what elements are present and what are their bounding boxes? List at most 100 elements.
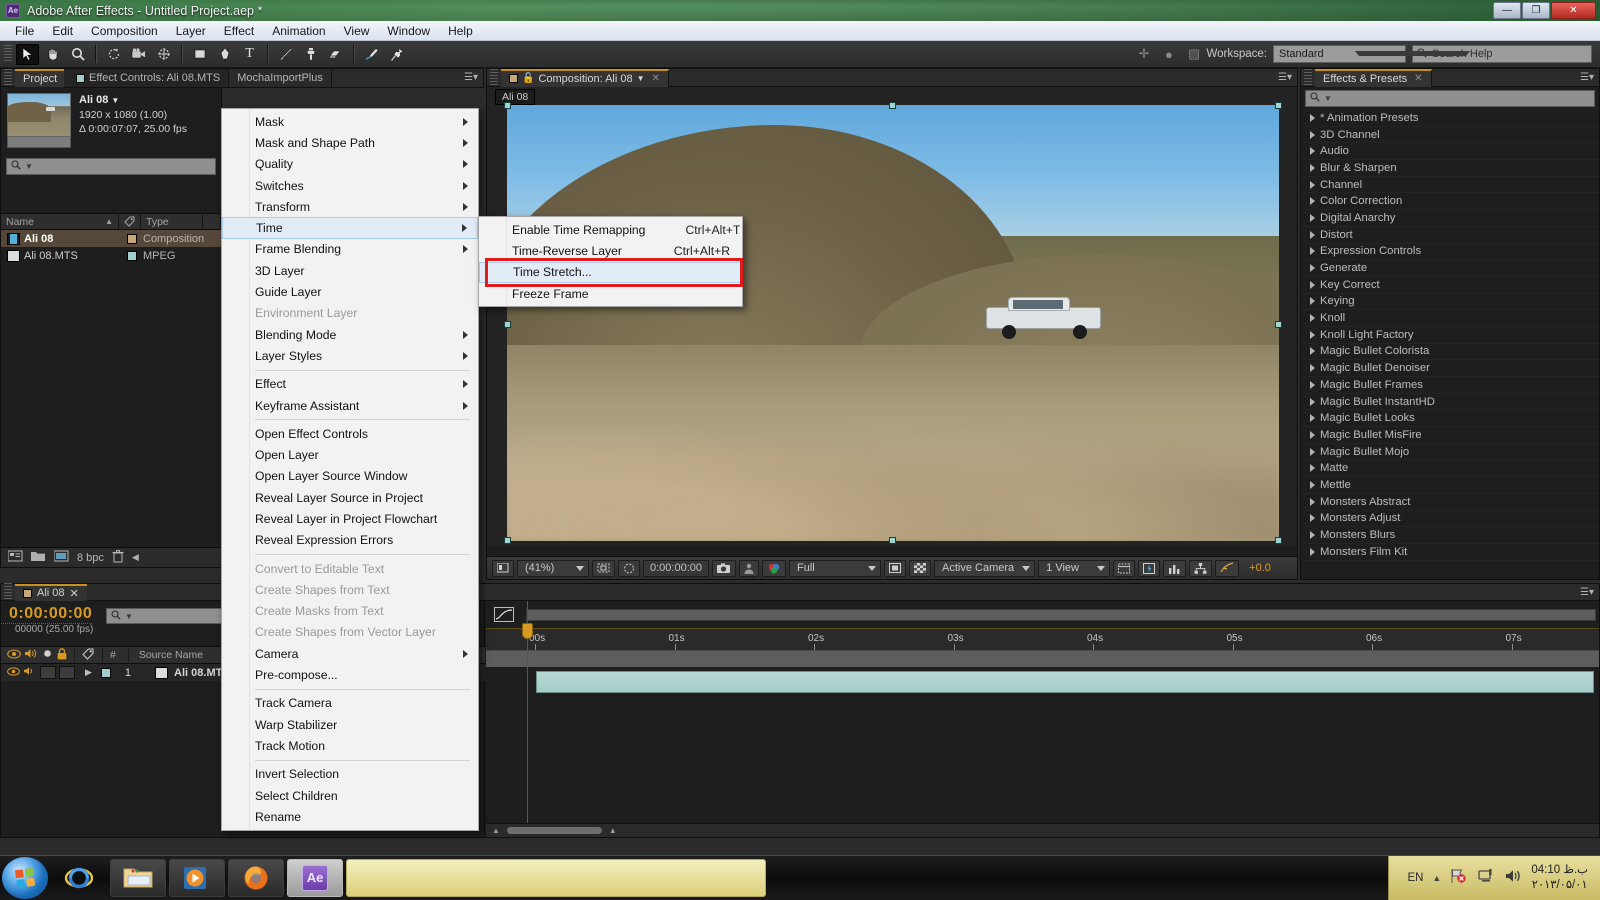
channel-rgb-icon[interactable] [762,559,786,577]
roto-brush-tool-icon[interactable] [360,44,383,65]
mask-icon[interactable]: ▨ [1182,44,1205,65]
pen-tool-icon[interactable] [213,44,236,65]
context-menu-item[interactable]: Open Effect Controls [222,423,478,444]
project-row-composition[interactable]: Ali 08 Composition [1,230,221,247]
composition-viewer-stage[interactable] [487,102,1297,545]
zoom-out-icon[interactable]: ▲ [492,826,500,835]
effect-category-row[interactable]: Magic Bullet Frames [1301,377,1599,394]
panel-menu-icon[interactable]: ☰▾ [464,72,478,83]
handle-middle-right[interactable] [1275,321,1282,328]
effects-panel-grip[interactable] [1304,68,1312,87]
puppet-pin-tool-icon[interactable] [385,44,408,65]
triangle-right-icon[interactable] [1310,180,1315,189]
exposure-value[interactable]: +0.0 [1249,562,1271,574]
effect-category-row[interactable]: Magic Bullet Looks [1301,410,1599,428]
effect-category-row[interactable]: Generate [1301,260,1599,277]
triangle-right-icon[interactable] [1310,163,1315,172]
zoom-tool-icon[interactable] [66,44,89,65]
handle-bottom-right[interactable] [1275,537,1282,544]
effect-category-row[interactable]: Magic Bullet InstantHD [1301,394,1599,411]
triangle-right-icon[interactable] [1310,364,1315,373]
effect-category-row[interactable]: Monsters Abstract [1301,494,1599,511]
handle-bottom-center[interactable] [889,537,896,544]
effects-search-input[interactable]: ▼ [1305,90,1595,107]
action-center-icon[interactable] [1450,868,1468,889]
menu-animation[interactable]: Animation [263,22,334,40]
comp-flowchart-icon[interactable] [1189,559,1213,577]
volume-icon[interactable] [1504,868,1522,889]
column-label-swatch[interactable] [119,213,141,230]
time-submenu-item[interactable]: Freeze Frame [479,283,742,304]
panel-menu-icon[interactable]: ☰▾ [1580,72,1594,83]
clone-stamp-tool-icon[interactable] [299,44,322,65]
type-tool-icon[interactable]: T [238,44,261,65]
close-icon[interactable]: ✕ [1414,73,1422,84]
effect-category-row[interactable]: Audio [1301,143,1599,161]
scrollbar-thumb[interactable] [506,827,602,834]
timeline-current-time[interactable]: 0:00:00:00 [1,601,93,624]
anchor-point-tool-icon[interactable] [152,44,175,65]
rotation-tool-icon[interactable] [102,44,125,65]
timeline-navigator-bar[interactable] [526,609,1596,621]
column-name[interactable]: Name ▲ [1,213,119,230]
column-layer-number[interactable]: # [110,649,116,661]
always-preview-icon[interactable] [492,559,514,577]
triangle-right-icon[interactable] [1310,130,1315,139]
effect-category-row[interactable]: Channel [1301,177,1599,194]
timeline-ruler[interactable]: 00s 01s 02s 03s 04s 05s 06s 07s [486,629,1599,651]
hand-tool-icon[interactable] [41,44,64,65]
timeline-horizontal-scrollbar[interactable]: ▲ ▲ [486,823,1599,837]
new-folder-icon[interactable] [31,550,46,565]
triangle-right-icon[interactable] [1310,547,1315,556]
effect-category-row[interactable]: Magic Bullet MisFire [1301,427,1599,444]
exposure-toggle-icon[interactable] [1215,559,1240,577]
effect-category-row[interactable]: Key Correct [1301,277,1599,294]
solo-icon[interactable] [42,648,53,662]
network-icon[interactable] [1477,868,1495,889]
taskbar-windows-explorer[interactable] [110,859,166,897]
context-menu-item[interactable]: Pre-compose... [222,664,478,685]
handle-top-left[interactable] [504,102,511,109]
lock-icon[interactable] [57,647,67,663]
tab-mocha-import[interactable]: MochaImportPlus [229,69,332,87]
triangle-right-icon[interactable] [1310,397,1315,406]
menu-layer[interactable]: Layer [167,22,215,40]
region-of-interest-icon[interactable] [592,559,615,577]
effect-category-row[interactable]: Digital Anarchy [1301,210,1599,227]
tab-effect-controls[interactable]: Effect Controls: Ali 08.MTS [64,69,230,87]
panel-menu-icon[interactable]: ☰▾ [1278,72,1292,83]
timeline-search-input[interactable]: ▼ [106,608,224,624]
menu-help[interactable]: Help [439,22,482,40]
menu-window[interactable]: Window [378,22,439,40]
triangle-right-icon[interactable] [1310,480,1315,489]
label-swatch[interactable] [127,233,137,244]
layer-video-toggle-icon[interactable] [7,666,20,679]
triangle-right-icon[interactable] [1310,347,1315,356]
camera-tool-icon[interactable] [127,44,150,65]
context-menu-item[interactable]: Frame Blending [222,239,478,260]
effect-category-row[interactable]: Blur & Sharpen [1301,160,1599,177]
current-time-indicator[interactable] [522,601,533,831]
video-eye-icon[interactable] [7,648,21,662]
fast-previews-icon[interactable] [1138,559,1161,577]
dot-icon[interactable]: ● [1157,44,1180,65]
project-search-input[interactable]: ▼ [6,158,216,175]
label-color-icon[interactable] [82,648,95,663]
show-hidden-icons-icon[interactable]: ▲ [1432,873,1441,883]
chevron-down-icon[interactable]: ▼ [111,96,119,105]
triangle-right-icon[interactable] [1310,247,1315,256]
triangle-right-icon[interactable] [1310,531,1315,540]
layer-label-swatch[interactable] [100,667,111,678]
graph-editor-icon[interactable] [494,607,514,627]
triangle-right-icon[interactable] [1310,380,1315,389]
tab-composition[interactable]: 🔓 Composition: Ali 08 ▼ ✕ [501,68,669,87]
timeline-panel-grip[interactable] [4,583,12,601]
tab-effects-and-presets[interactable]: Effects & Presets ✕ [1315,68,1432,87]
column-type[interactable]: Type [141,213,203,230]
triangle-right-icon[interactable] [1310,113,1315,122]
layer-audio-toggle-icon[interactable] [23,666,36,679]
context-menu-item[interactable]: Quality [222,154,478,175]
shape-tool-icon[interactable] [188,44,211,65]
handle-middle-left[interactable] [504,321,511,328]
effect-category-row[interactable]: Expression Controls [1301,244,1599,261]
